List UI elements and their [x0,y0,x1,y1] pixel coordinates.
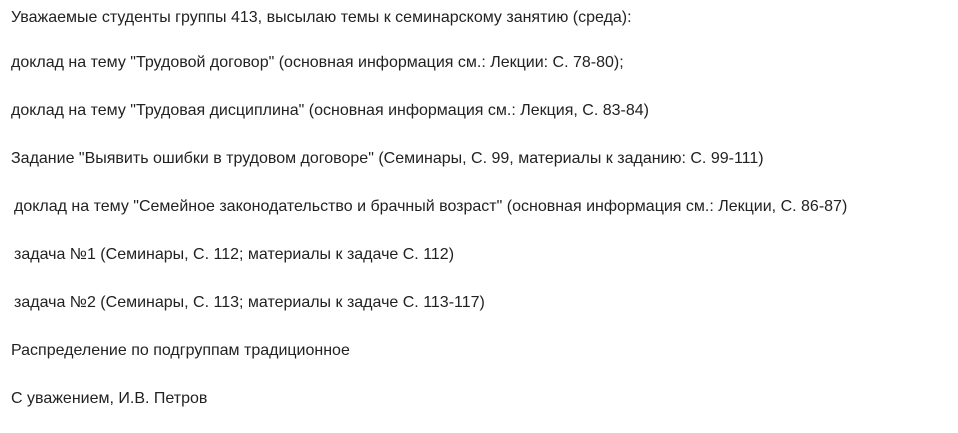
assignment-item-3: Задание "Выявить ошибки в трудовом догов… [11,150,764,167]
assignment-item-2: доклад на тему "Трудовая дисциплина" (ос… [11,102,649,119]
message-body: Уважаемые студенты группы 413, высылаю т… [0,0,958,433]
subgroup-note: Распределение по подгруппам традиционное [11,342,350,359]
signature-line: С уважением, И.В. Петров [11,390,208,407]
greeting-line: Уважаемые студенты группы 413, высылаю т… [11,9,632,26]
assignment-item-1: доклад на тему "Трудовой договор" (основ… [11,54,624,71]
assignment-item-4: доклад на тему "Семейное законодательств… [14,198,848,215]
assignment-item-5: задача №1 (Семинары, С. 112; материалы к… [14,246,455,263]
assignment-item-6: задача №2 (Семинары, С. 113; материалы к… [14,294,485,311]
